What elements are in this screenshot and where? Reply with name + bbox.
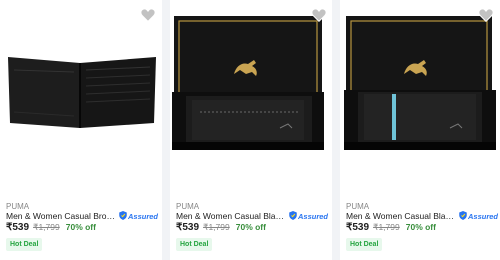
hot-deal-badge: Hot Deal [6,238,43,251]
wallet-gift-box-blue-stripe-icon [344,16,496,150]
assured-badge: Assured [119,211,158,221]
assured-badge: Assured [459,211,498,221]
product-title[interactable]: Men & Women Casual Brown Genuine Leather… [6,211,116,221]
hot-deal-badge: Hot Deal [176,238,213,251]
assured-badge: Assured [289,211,328,221]
product-title[interactable]: Men & Women Casual Black Genuine Leather… [346,211,456,221]
product-title[interactable]: Men & Women Casual Black Genuine Leather… [176,211,286,221]
product-image[interactable] [170,0,332,182]
product-card[interactable]: PUMA Men & Women Casual Black Genuine Le… [170,0,332,260]
product-brand: PUMA [6,202,30,211]
product-card[interactable]: PUMA Men & Women Casual Brown Genuine Le… [0,0,162,260]
product-image[interactable] [340,0,500,182]
product-mrp: ₹1,799 [373,222,400,232]
wallet-open-icon [0,57,162,130]
product-price: ₹539 [346,222,370,233]
wishlist-heart-icon[interactable] [311,8,327,22]
wallet-gift-box-icon [172,16,324,150]
shield-icon [119,211,127,220]
product-mrp: ₹1,799 [203,222,230,232]
product-brand: PUMA [346,202,370,211]
shield-icon [289,211,297,220]
product-brand: PUMA [176,202,200,211]
product-price: ₹539 [176,222,200,233]
product-price: ₹539 [6,222,30,233]
product-card[interactable]: PUMA Men & Women Casual Black Genuine Le… [340,0,500,260]
product-image[interactable] [0,0,162,182]
discount-label: 70% off [405,222,436,232]
shield-icon [459,211,467,220]
discount-label: 70% off [235,222,266,232]
hot-deal-badge: Hot Deal [346,238,383,251]
product-mrp: ₹1,799 [33,222,60,232]
wishlist-heart-icon[interactable] [478,8,494,22]
wishlist-heart-icon[interactable] [140,8,156,22]
discount-label: 70% off [65,222,96,232]
